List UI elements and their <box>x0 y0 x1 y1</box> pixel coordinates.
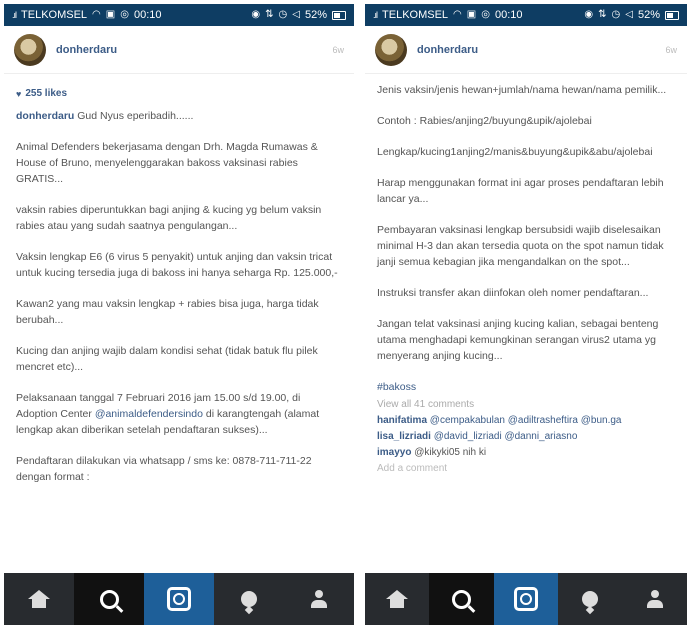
activity-icon <box>241 591 257 607</box>
comment-item: hanifatima @cempakabulan @adiltrasheftir… <box>377 415 622 426</box>
caption-paragraph: donherdaru Gud Nyus eperibadih...... <box>16 110 194 122</box>
hashtag-link[interactable]: #bakoss <box>377 379 675 395</box>
caption-paragraph: Harap menggunakan format ini agar proses… <box>377 177 664 205</box>
caption-paragraph: Contoh : Rabies/anjing2/buyung&upik/ajol… <box>377 115 592 127</box>
image-notification-icon: ▣ <box>466 9 477 20</box>
data-icon: ⇅ <box>265 9 274 20</box>
caption-paragraph: vaksin rabies diperuntukkan bagi anjing … <box>16 204 322 232</box>
location-icon: ◉ <box>584 9 594 20</box>
caption-paragraph: Jenis vaksin/jenis hewan+jumlah/nama hew… <box>377 84 667 96</box>
post-time-ago: 6w <box>665 44 677 55</box>
clock: 00:10 <box>133 9 162 21</box>
image-notification-icon: ▣ <box>105 9 116 20</box>
wifi-icon: ◠ <box>453 9 462 20</box>
caption-paragraph: Jangan telat vaksinasi anjing kucing kal… <box>377 318 659 362</box>
status-bar: .ıl TELKOMSEL ◠ ▣ ◎ 00:10 ◉ ⇅ ◷ ◁ 52% <box>4 4 354 26</box>
caption-paragraph: Kucing dan anjing wajib dalam kondisi se… <box>16 345 318 373</box>
caption-paragraph: Lengkap/kucing1anjing2/manis&buyung&upik… <box>377 146 653 158</box>
avatar[interactable] <box>14 33 46 66</box>
likes-count: 255 likes <box>25 88 68 99</box>
profile-icon <box>646 590 663 608</box>
caption-paragraph: Pelaksanaan tanggal 7 Februari 2016 jam … <box>16 392 320 436</box>
likes-row[interactable]: ♥ 255 likes <box>16 86 342 102</box>
alarm-icon: ◷ <box>611 9 621 20</box>
add-comment-input[interactable]: Add a comment <box>377 461 675 477</box>
heart-icon: ♥ <box>16 89 22 99</box>
location-icon: ◉ <box>251 9 261 20</box>
caption-paragraph: Pendaftaran dilakukan via whatsapp / sms… <box>16 455 312 483</box>
post-header: donherdaru 6w <box>4 26 354 74</box>
comment-username[interactable]: lisa_lizriadi <box>377 431 431 442</box>
battery-icon <box>332 10 346 20</box>
signal-icon: .ıl <box>373 10 378 20</box>
caption-paragraph: Pembayaran vaksinasi lengkap bersubsidi … <box>377 224 664 268</box>
nav-profile[interactable] <box>623 573 687 625</box>
clock: 00:10 <box>494 9 523 21</box>
whatsapp-icon: ◎ <box>481 9 490 20</box>
nav-home[interactable] <box>4 573 74 625</box>
comment-item: lisa_lizriadi @david_lizriadi @danni_ari… <box>377 431 578 442</box>
home-icon <box>28 589 50 608</box>
nav-profile[interactable] <box>284 573 354 625</box>
caption-paragraph: Vaksin lengkap E6 (6 virus 5 penyakit) u… <box>16 251 338 279</box>
profile-icon <box>311 590 327 608</box>
home-icon <box>386 589 409 608</box>
carrier-label: TELKOMSEL <box>21 9 88 21</box>
right-screen: .ıl TELKOMSEL ◠ ▣ ◎ 00:10 ◉ ⇅ ◷ ◁ 52% do… <box>365 4 687 625</box>
signal-icon: .ıl <box>12 10 17 20</box>
view-all-comments-link[interactable]: View all 41 comments <box>377 397 675 413</box>
post-caption: ♥ 255 likes donherdaru Gud Nyus eperibad… <box>4 74 354 508</box>
comment-item: imayyo @kikyki05 nih ki <box>377 447 487 458</box>
nav-search[interactable] <box>429 573 494 625</box>
caption-author[interactable]: donherdaru <box>16 110 74 122</box>
data-icon: ⇅ <box>598 9 607 20</box>
caption-paragraph: Animal Defenders bekerjasama dengan Drh.… <box>16 141 318 185</box>
caption-paragraph: Instruksi transfer akan diinfokan oleh n… <box>377 287 649 299</box>
status-bar: .ıl TELKOMSEL ◠ ▣ ◎ 00:10 ◉ ⇅ ◷ ◁ 52% <box>365 4 687 26</box>
battery-percent: 52% <box>637 9 660 21</box>
left-screen: .ıl TELKOMSEL ◠ ▣ ◎ 00:10 ◉ ⇅ ◷ ◁ 52% do… <box>4 4 354 625</box>
nav-camera[interactable] <box>493 573 559 625</box>
post-header: donherdaru 6w <box>365 26 687 74</box>
post-time-ago: 6w <box>332 44 344 55</box>
alarm-icon: ◷ <box>278 9 288 20</box>
wifi-icon: ◠ <box>92 9 101 20</box>
comment-username[interactable]: imayyo <box>377 447 411 458</box>
volume-icon: ◁ <box>625 9 633 20</box>
post-username[interactable]: donherdaru <box>56 44 332 56</box>
nav-activity[interactable] <box>214 573 284 625</box>
mention-link[interactable]: @animaldefendersindo <box>95 408 203 420</box>
nav-search[interactable] <box>74 573 144 625</box>
comment-username[interactable]: hanifatima <box>377 415 427 426</box>
activity-icon <box>582 591 599 607</box>
bottom-nav <box>365 573 687 625</box>
camera-icon <box>167 587 191 611</box>
avatar[interactable] <box>375 33 407 66</box>
search-icon <box>99 589 119 609</box>
volume-icon: ◁ <box>292 9 300 20</box>
search-icon <box>452 589 472 609</box>
nav-camera[interactable] <box>144 573 214 625</box>
nav-home[interactable] <box>365 573 429 625</box>
carrier-label: TELKOMSEL <box>382 9 449 21</box>
whatsapp-icon: ◎ <box>120 9 129 20</box>
caption-paragraph: Kawan2 yang mau vaksin lengkap + rabies … <box>16 298 319 326</box>
bottom-nav <box>4 573 354 625</box>
nav-activity[interactable] <box>558 573 622 625</box>
post-username[interactable]: donherdaru <box>417 44 665 56</box>
battery-percent: 52% <box>304 9 327 21</box>
battery-icon <box>665 10 679 20</box>
camera-icon <box>514 587 539 611</box>
post-caption: Jenis vaksin/jenis hewan+jumlah/nama hew… <box>365 74 687 485</box>
